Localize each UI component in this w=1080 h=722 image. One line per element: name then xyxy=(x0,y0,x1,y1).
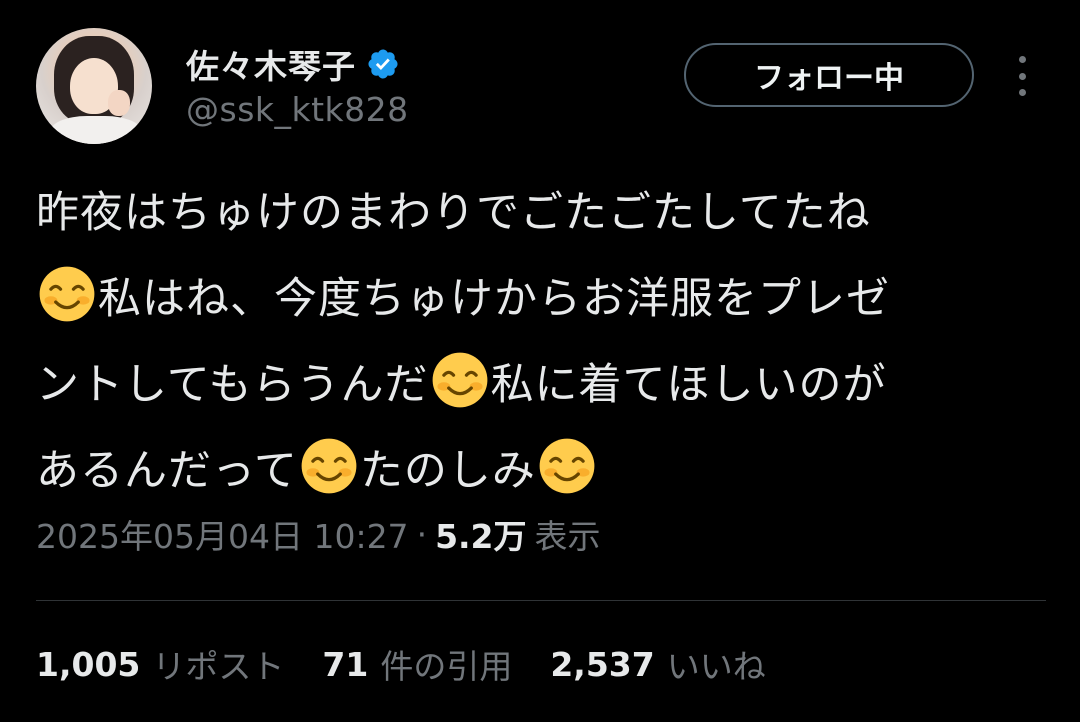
tweet-line-2-text: 私はね、今度ちゅけからお洋服をプレゼ xyxy=(98,274,890,324)
display-name[interactable]: 佐々木琴子 xyxy=(186,40,356,88)
tweet-meta: 2025年05月04日 10:27 · 5.2万 表示 xyxy=(36,510,601,558)
quotes-count[interactable]: 71 xyxy=(322,645,368,684)
author-handle[interactable]: @ssk_ktk828 xyxy=(186,90,409,129)
tweet-line-4-b: たのしみ xyxy=(359,446,536,496)
tweet-line-3-b: 私に着てほしいのが xyxy=(490,360,887,410)
tweet-detail: 佐々木琴子 @ssk_ktk828 フォロー中 昨夜はちゅけのまわりでごたごたし… xyxy=(0,0,1080,722)
divider xyxy=(36,600,1046,601)
following-button[interactable]: フォロー中 xyxy=(684,43,974,107)
tweet-line-4: あるんだって たのしみ xyxy=(36,428,1046,514)
tweet-line-3-a: ントしてもらうんだ xyxy=(36,360,429,410)
more-vertical-icon[interactable] xyxy=(1010,56,1034,96)
reposts-label[interactable]: リポスト xyxy=(152,640,284,688)
reposts-count[interactable]: 1,005 xyxy=(36,645,140,684)
quotes-label[interactable]: 件の引用 xyxy=(380,640,512,688)
smiling-face-icon xyxy=(39,266,95,322)
smiling-face-icon xyxy=(301,438,357,494)
author-name-row: 佐々木琴子 xyxy=(186,40,400,88)
tweet-line-4-a: あるんだって xyxy=(36,446,298,496)
likes-count[interactable]: 2,537 xyxy=(550,645,654,684)
smiling-face-icon xyxy=(432,352,487,408)
views-label: 表示 xyxy=(534,517,601,556)
engagement-stats: 1,005 リポスト 71 件の引用 2,537 いいね xyxy=(36,640,804,688)
tweet-line-2: 私はね、今度ちゅけからお洋服をプレゼ xyxy=(36,256,1046,342)
likes-label[interactable]: いいね xyxy=(667,640,766,688)
tweet-line-3: ントしてもらうんだ 私に着てほしいのが xyxy=(36,342,1046,428)
views-count: 5.2万 xyxy=(435,517,527,556)
meta-separator: · xyxy=(416,514,428,554)
avatar-body xyxy=(50,116,142,144)
verified-badge-icon xyxy=(368,49,398,79)
avatar[interactable] xyxy=(36,28,152,144)
tweet-text: 昨夜はちゅけのまわりでごたごたしてたね 私はね、今度ちゅけからお洋服をプレゼ ン… xyxy=(36,170,1046,514)
smiling-face-icon xyxy=(539,438,595,494)
avatar-hand xyxy=(108,90,130,116)
timestamp[interactable]: 2025年05月04日 10:27 xyxy=(36,510,409,558)
tweet-line-1: 昨夜はちゅけのまわりでごたごたしてたね xyxy=(36,188,871,238)
